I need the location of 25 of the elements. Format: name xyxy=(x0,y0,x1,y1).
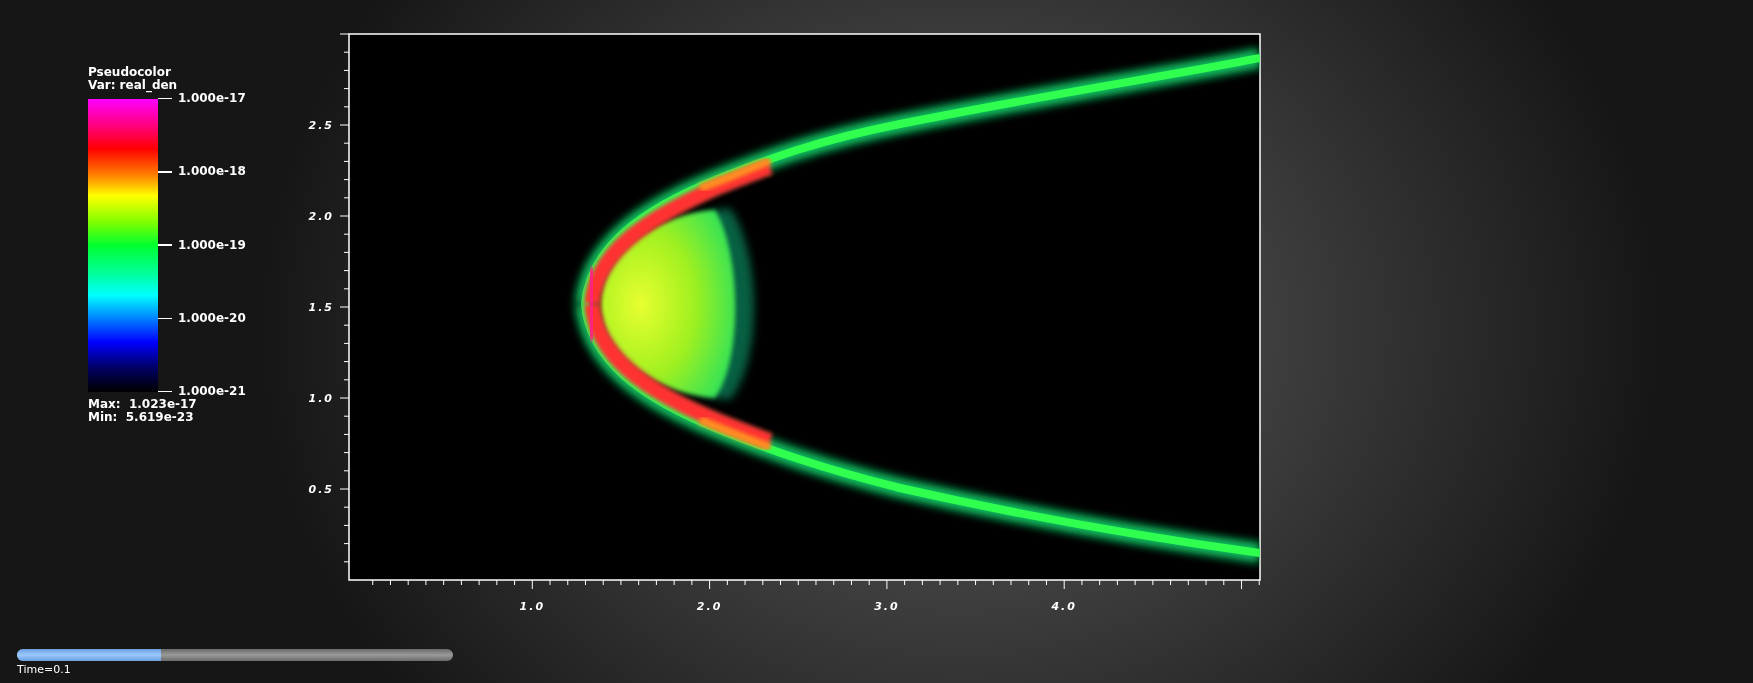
time-label: Time=0.1 xyxy=(17,663,72,676)
y-tick-label: 1.5 xyxy=(308,301,334,314)
y-tick-label: 2.5 xyxy=(308,119,334,132)
x-tick-label: 1.0 xyxy=(519,600,546,613)
legend-variable: Var: real_den xyxy=(88,79,179,92)
y-tick-label: 2.0 xyxy=(308,210,334,223)
colorbar-tick-label: 1.000e-21 xyxy=(178,385,246,398)
y-tick-label: 0.5 xyxy=(308,483,334,496)
legend-title: Pseudocolor xyxy=(88,66,172,79)
x-tick-label: 2.0 xyxy=(696,600,723,613)
x-tick-label: 4.0 xyxy=(1051,600,1077,613)
time-slider[interactable] xyxy=(17,649,453,661)
colorbar-tick-label: 1.000e-20 xyxy=(178,311,246,325)
max-value: Max: 1.023e-17 xyxy=(88,398,198,411)
y-tick-label: 1.0 xyxy=(308,392,334,405)
x-tick-label: 3.0 xyxy=(874,600,900,613)
colorbar-tick-label: 1.000e-18 xyxy=(178,165,246,179)
colorbar-tick-label: 1.000e-19 xyxy=(178,238,246,252)
tick-mark xyxy=(158,317,172,319)
tick-mark xyxy=(158,390,172,393)
tick-mark xyxy=(158,171,172,173)
tick-mark xyxy=(158,244,172,246)
min-value: Min: 5.619e-23 xyxy=(88,411,195,424)
tick-mark xyxy=(158,97,172,100)
colorbar-tick-label: 1.000e-17 xyxy=(178,92,246,105)
